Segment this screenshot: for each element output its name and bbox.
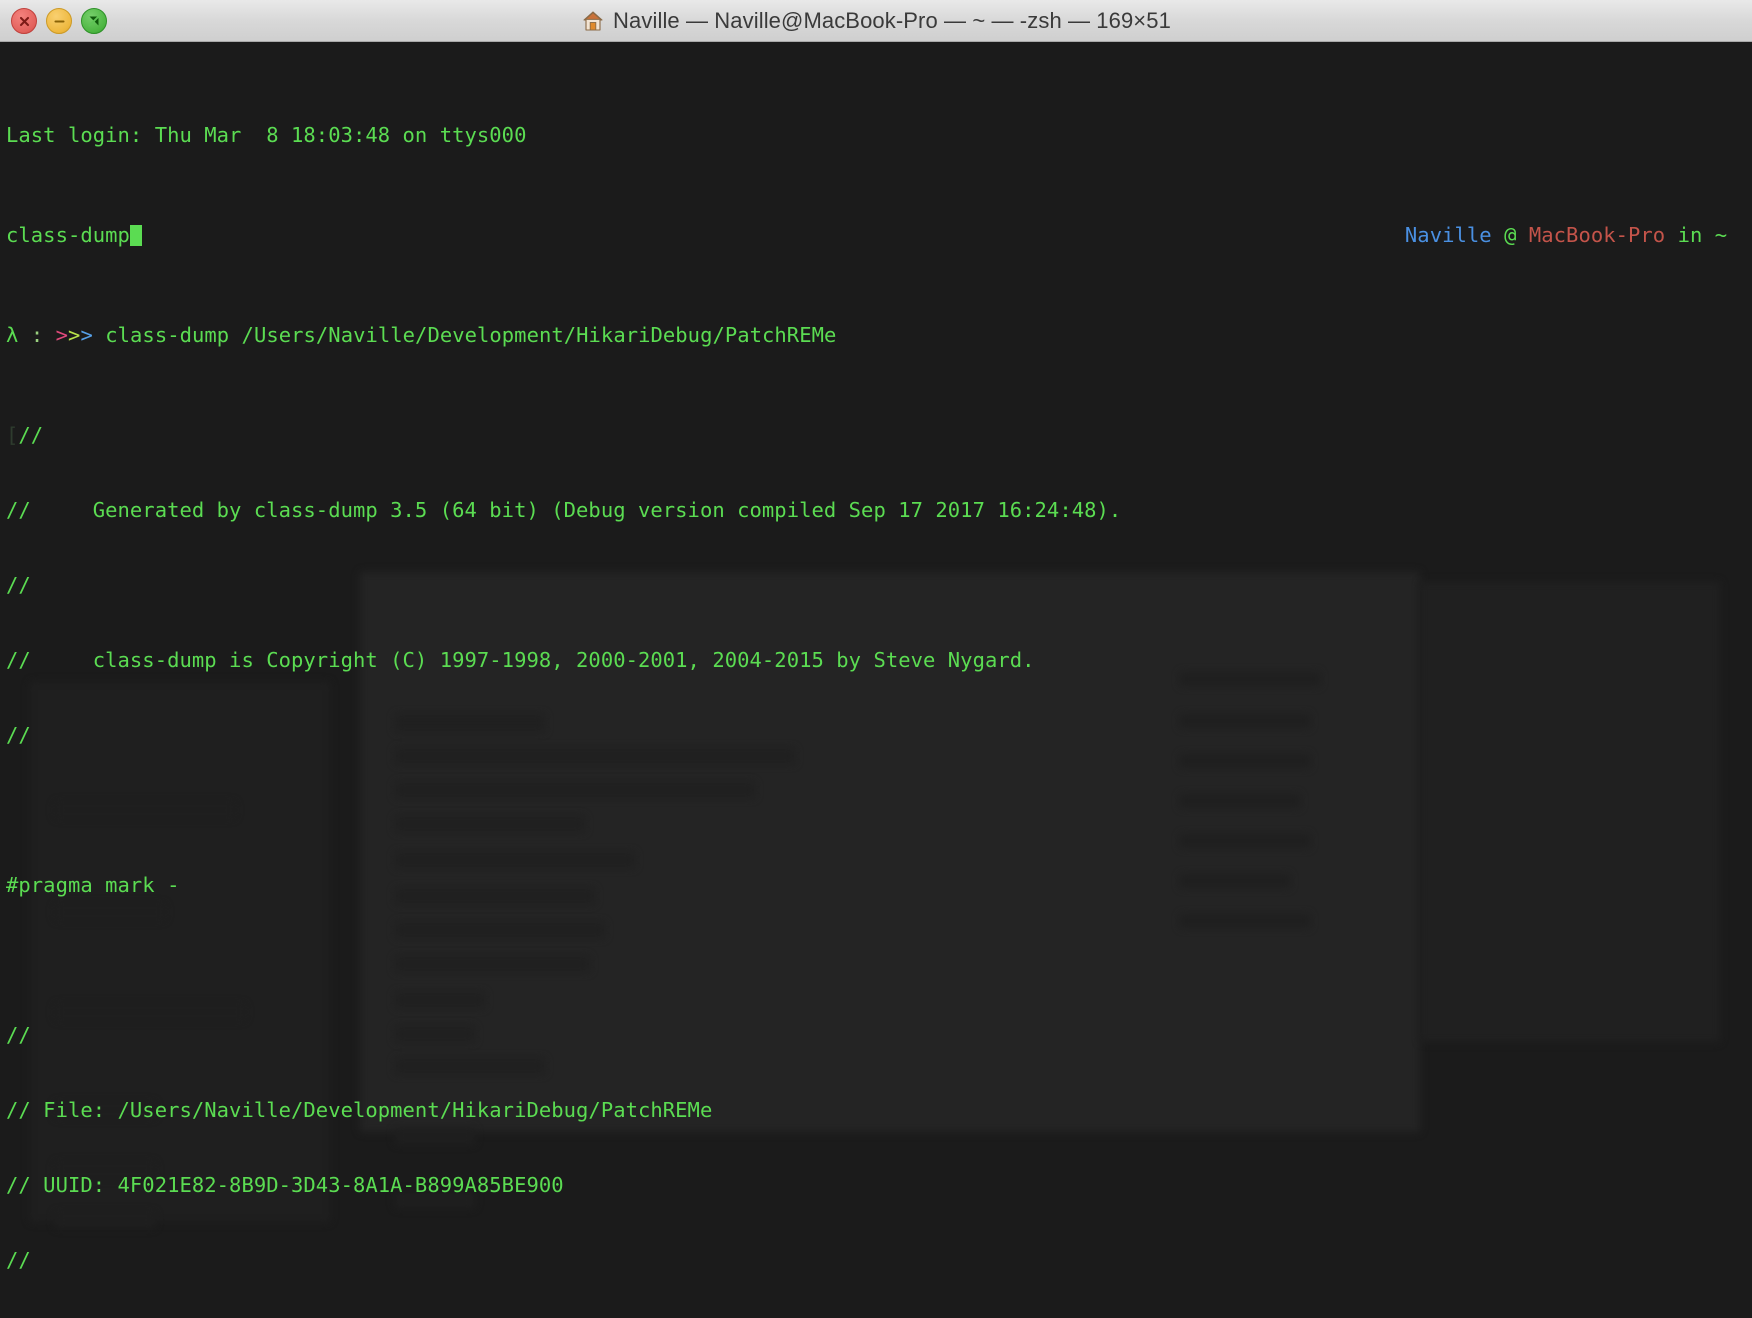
output-line: [// — [6, 423, 1752, 448]
close-button[interactable] — [11, 8, 37, 34]
output-text: // — [18, 423, 44, 447]
output-text: // — [6, 723, 31, 747]
command-text: class-dump /Users/Naville/Development/Hi… — [105, 323, 837, 347]
stray-bracket: [ — [6, 423, 19, 447]
right-prompt: Naville @ MacBook-Pro in ~ — [1405, 223, 1752, 248]
terminal-scrollback: Last login: Thu Mar 8 18:03:48 on ttys00… — [0, 42, 1752, 1318]
line-command: λ : >>> class-dump /Users/Naville/Develo… — [6, 323, 1752, 348]
window-title-text: Naville — Naville@MacBook-Pro — ~ — -zsh… — [0, 8, 1752, 34]
zoom-button[interactable] — [81, 8, 107, 34]
terminal-window: Naville — Naville@MacBook-Pro — ~ — -zsh… — [0, 0, 1752, 1318]
output-line: // — [6, 1248, 1752, 1273]
prompt-in: in — [1677, 223, 1703, 247]
output-line: #pragma mark - — [6, 873, 1752, 898]
last-login-text: Last login: Thu Mar 8 18:03:48 on ttys00… — [6, 123, 527, 147]
prompt-arrow-2: > — [68, 323, 81, 347]
partial-command-text: class-dump — [6, 223, 130, 247]
prompt-lambda: λ — [6, 323, 19, 347]
close-icon — [19, 16, 29, 26]
output-text: // — [6, 1023, 31, 1047]
output-text: // — [6, 1248, 31, 1272]
line-partial-and-right-prompt: class-dump Naville @ MacBook-Pro in ~ — [6, 223, 1752, 248]
output-text: // Generated by class-dump 3.5 (64 bit) … — [6, 498, 1122, 522]
prompt-path: ~ — [1714, 223, 1728, 247]
output-line: // — [6, 1023, 1752, 1048]
prompt-arrow-1: > — [55, 323, 69, 347]
prompt-host: MacBook-Pro — [1528, 223, 1666, 247]
prompt-colon: : — [30, 323, 44, 347]
window-controls — [11, 0, 107, 42]
prompt-at: @ — [1504, 223, 1517, 247]
minimize-icon — [53, 19, 65, 23]
output-line: // — [6, 723, 1752, 748]
window-title-label: Naville — Naville@MacBook-Pro — ~ — -zsh… — [613, 7, 1171, 33]
minimize-button[interactable] — [46, 8, 72, 34]
text-cursor — [129, 225, 142, 246]
fullscreen-icon — [88, 15, 100, 27]
output-line: // File: /Users/Naville/Development/Hika… — [6, 1098, 1752, 1123]
output-text: // UUID: 4F021E82-8B9D-3D43-8A1A-B899A85… — [6, 1173, 564, 1197]
house-icon — [583, 10, 603, 31]
output-line: // Generated by class-dump 3.5 (64 bit) … — [6, 498, 1752, 523]
output-text: // class-dump is Copyright (C) 1997-1998… — [6, 648, 1035, 672]
prompt-user: Naville — [1404, 223, 1492, 247]
output-line: // — [6, 573, 1752, 598]
output-line: // UUID: 4F021E82-8B9D-3D43-8A1A-B899A85… — [6, 1173, 1752, 1198]
prompt-arrow-3: > — [80, 323, 93, 347]
output-text: // File: /Users/Naville/Development/Hika… — [6, 1098, 713, 1122]
output-line: // class-dump is Copyright (C) 1997-1998… — [6, 648, 1752, 673]
line-last-login: Last login: Thu Mar 8 18:03:48 on ttys00… — [6, 123, 1752, 148]
title-bar[interactable]: Naville — Naville@MacBook-Pro — ~ — -zsh… — [0, 0, 1752, 42]
output-text: #pragma mark - — [6, 873, 180, 897]
terminal-content-area[interactable]: Last login: Thu Mar 8 18:03:48 on ttys00… — [0, 42, 1752, 1318]
output-text: // — [6, 573, 31, 597]
